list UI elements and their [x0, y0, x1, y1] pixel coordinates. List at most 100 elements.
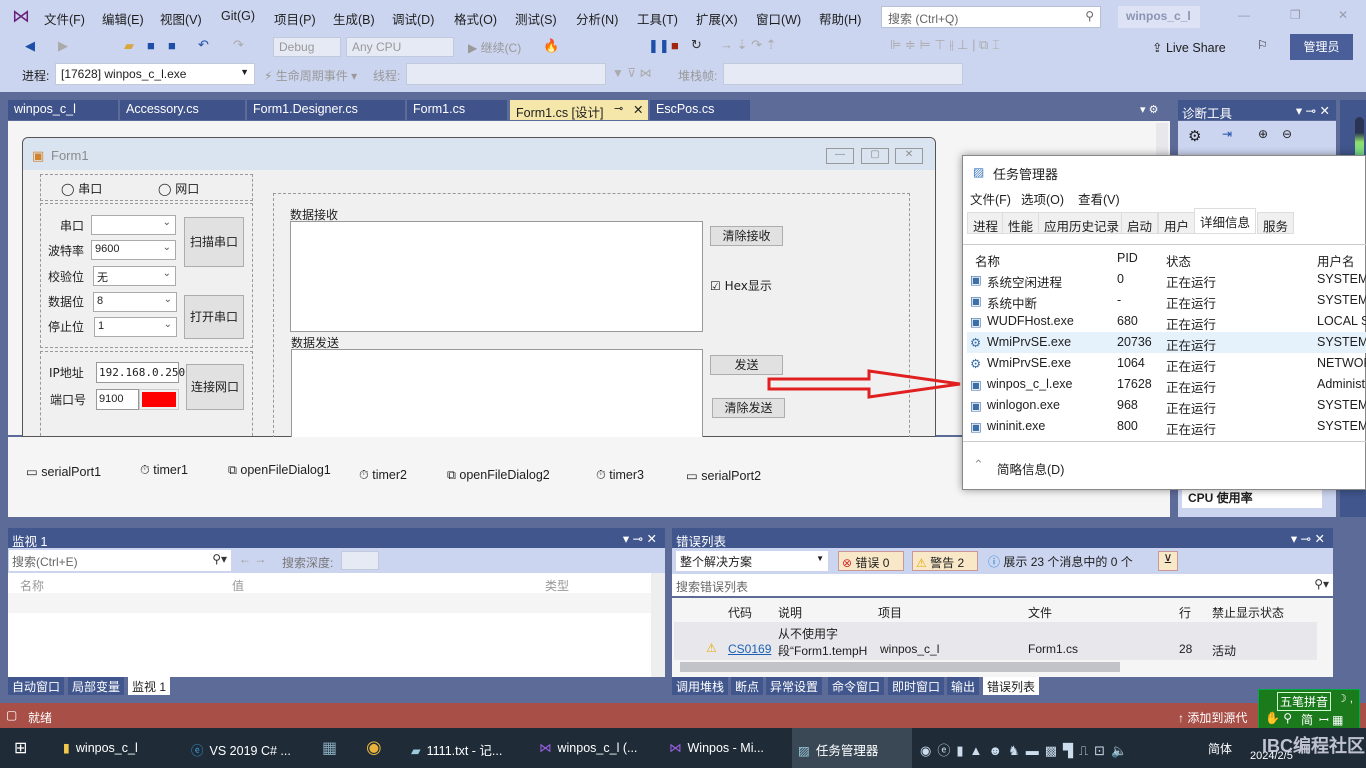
redo-icon[interactable]: ↷ [233, 37, 244, 53]
col-user[interactable]: 用户名 [1317, 251, 1355, 270]
restart-icon[interactable]: ↻ [691, 37, 702, 53]
tab-form1-cs[interactable]: Form1.cs [407, 100, 507, 120]
radio-net[interactable]: ◯ 网口 [158, 180, 199, 197]
menu-build[interactable]: 生成(B) [333, 9, 375, 28]
ip-input[interactable]: 192.168.0.250 [96, 362, 185, 383]
minimize-icon[interactable]: — [1238, 8, 1250, 22]
watch-scrollbar[interactable] [651, 573, 665, 677]
close-tab-icon[interactable]: ✕ [633, 102, 643, 117]
watch-empty-row[interactable] [8, 593, 651, 613]
pause-icon[interactable]: ❚❚ [648, 38, 670, 54]
watch-search-input[interactable]: 搜索(Ctrl+E) ⚲▾ [9, 550, 231, 571]
tab-winpos[interactable]: winpos_c_l [8, 100, 118, 120]
task-manager-window[interactable]: ▨ 任务管理器 文件(F) 选项(O) 查看(V) 进程 性能 应用历史记录 启… [962, 155, 1366, 490]
error-row[interactable]: ⚠ CS0169 从不使用字 段“Form1.tempH winpos_c_l … [674, 622, 1317, 660]
taskmgr-tab-services[interactable]: 服务 [1257, 212, 1295, 234]
tab-error-list[interactable]: 错误列表 [983, 677, 1040, 695]
watch-col-name[interactable]: 名称 [20, 577, 44, 594]
tray-serialport1[interactable]: ▭ serialPort1 [26, 464, 101, 479]
tab-escpos[interactable]: EscPos.cs [650, 100, 750, 120]
menu-view[interactable]: 视图(V) [160, 9, 202, 28]
taskbar-explorer[interactable]: ▮ winpos_c_l [55, 728, 180, 768]
panel-controls-icon[interactable]: ▾ ⊸ ✕ [623, 531, 657, 546]
stack-frame-select[interactable] [723, 63, 963, 85]
err-col-desc[interactable]: 说明 [778, 604, 802, 621]
search-depth-select[interactable] [341, 551, 379, 570]
tray-serialport2[interactable]: ▭ serialPort2 [686, 468, 761, 483]
menu-format[interactable]: 格式(O) [454, 9, 497, 28]
stop-icon[interactable]: ■ [671, 38, 679, 53]
menu-debug[interactable]: 调试(D) [392, 9, 434, 28]
process-row[interactable]: ▣ wininit.exe 800 正在运行 SYSTEM [967, 416, 1366, 437]
filter-icon[interactable]: ▼ ⊽ ⋈ [612, 66, 651, 80]
continue-button[interactable]: ▶ 继续(C) [468, 39, 521, 56]
close-icon[interactable]: ✕ [1338, 8, 1348, 22]
windows-start-icon[interactable]: ⊞ [14, 738, 27, 758]
menu-git[interactable]: Git(G) [221, 9, 255, 23]
tray-icons[interactable]: ◉ⓔ▮▲☻♞▬▩▜⎍⊡🔈 [920, 740, 1133, 759]
err-col-line[interactable]: 行 [1179, 604, 1191, 621]
parity-combobox[interactable]: 无 ⌄ [93, 266, 176, 286]
taskbar-ie[interactable]: ⓔ VS 2019 C# ... [185, 728, 310, 768]
baud-combobox[interactable]: 9600 ⌄ [91, 240, 176, 260]
recv-textbox[interactable] [290, 221, 703, 332]
menu-window[interactable]: 窗口(W) [756, 9, 801, 28]
calculator-icon[interactable]: ▦ [322, 738, 337, 758]
form-close-icon[interactable]: ✕ [895, 148, 923, 164]
scan-port-button[interactable]: 扫描串口 [184, 217, 244, 267]
input-language[interactable]: 简体 [1208, 740, 1232, 757]
zoom-in-icon[interactable]: ⊕ [1258, 127, 1268, 141]
open-folder-icon[interactable]: ▰ [124, 38, 134, 54]
menu-project[interactable]: 项目(P) [274, 9, 316, 28]
tray-timer1[interactable]: ⏱ timer1 [140, 463, 188, 478]
process-row[interactable]: ▣ winpos_c_l.exe 17628 正在运行 Administ [967, 374, 1366, 395]
save-icon[interactable]: ■ [147, 38, 155, 53]
tab-exception-settings[interactable]: 异常设置 [766, 677, 823, 695]
tab-call-stack[interactable]: 调用堆栈 [672, 677, 729, 695]
col-name[interactable]: 名称 [975, 251, 1000, 270]
menu-edit[interactable]: 编辑(E) [102, 9, 144, 28]
taskbar-vs2[interactable]: ⋈ Winpos - Mi... [665, 728, 790, 768]
tab-autos[interactable]: 自动窗口 [8, 677, 65, 695]
tab-form1-design[interactable]: Form1.cs [设计] ⊸ ✕ [510, 100, 648, 120]
form-minimize-icon[interactable]: — [826, 148, 854, 164]
col-pid[interactable]: PID [1117, 251, 1138, 265]
process-row[interactable]: ⚙ WmiPrvSE.exe 1064 正在运行 NETWOR [967, 353, 1366, 374]
send-textbox[interactable] [291, 349, 703, 439]
undo-icon[interactable]: ↶ [198, 37, 209, 53]
process-row[interactable]: ▣ WUDFHost.exe 680 正在运行 LOCAL S [967, 311, 1366, 332]
filter-build-icon[interactable]: ⊻ [1158, 551, 1178, 571]
back-icon[interactable]: ◀ [25, 38, 35, 54]
connect-net-button[interactable]: 连接网口 [186, 364, 244, 410]
admin-button[interactable]: 管理员 [1290, 34, 1353, 60]
form-maximize-icon[interactable]: ▢ [861, 148, 889, 164]
tab-options-icon[interactable]: ▾ ⚙ [1140, 103, 1158, 116]
port-combobox[interactable]: ⌄ [91, 215, 176, 235]
menu-extensions[interactable]: 扩展(X) [696, 9, 738, 28]
taskmgr-menu-view[interactable]: 查看(V) [1078, 189, 1120, 208]
settings-icon[interactable]: ⚙ [1188, 127, 1201, 145]
tab-form1-designer-cs[interactable]: Form1.Designer.cs [247, 100, 405, 120]
port-no-input[interactable]: 9100 [96, 389, 139, 410]
zoom-out-icon[interactable]: ⊖ [1282, 127, 1292, 141]
nav-arrows-icon[interactable]: ← → [239, 552, 266, 566]
feedback-icon[interactable]: ⚐ [1257, 38, 1268, 52]
pin-icon[interactable]: ⊸ [614, 102, 623, 115]
platform-select[interactable]: Any CPU [346, 37, 454, 57]
panel-controls-icon[interactable]: ▾ ⊸ ✕ [1291, 531, 1325, 546]
align-icons[interactable]: ⊫ ≑ ⊨ ⊤ ⫲ ⊥ | ⧉ ⌶ [890, 37, 1000, 53]
tab-breakpoints[interactable]: 断点 [731, 677, 764, 695]
watch-col-type[interactable]: 类型 [545, 577, 569, 594]
radio-serial[interactable]: ◯ 串口 [61, 180, 102, 197]
lifecycle-button[interactable]: ⚡ 生命周期事件 ▾ [264, 67, 357, 84]
forward-icon[interactable]: ▶ [58, 38, 68, 54]
menu-analyze[interactable]: 分析(N) [576, 9, 618, 28]
live-share-button[interactable]: ⇪ Live Share [1152, 40, 1226, 55]
err-col-state[interactable]: 禁止显示状态 [1212, 604, 1284, 621]
tab-accessory[interactable]: Accessory.cs [120, 100, 245, 120]
ime-toolbar[interactable]: 五笔拼音 ☽ , ✋ ⚲ 简 ꟷ ▦ [1258, 689, 1360, 729]
taskbar-taskmgr[interactable]: ▨ 任务管理器 [792, 728, 912, 768]
taskmgr-tab-users[interactable]: 用户 [1158, 212, 1196, 234]
save-all-icon[interactable]: ■ [168, 38, 176, 53]
search-input[interactable]: 搜索 (Ctrl+Q) ⚲ [881, 6, 1101, 28]
